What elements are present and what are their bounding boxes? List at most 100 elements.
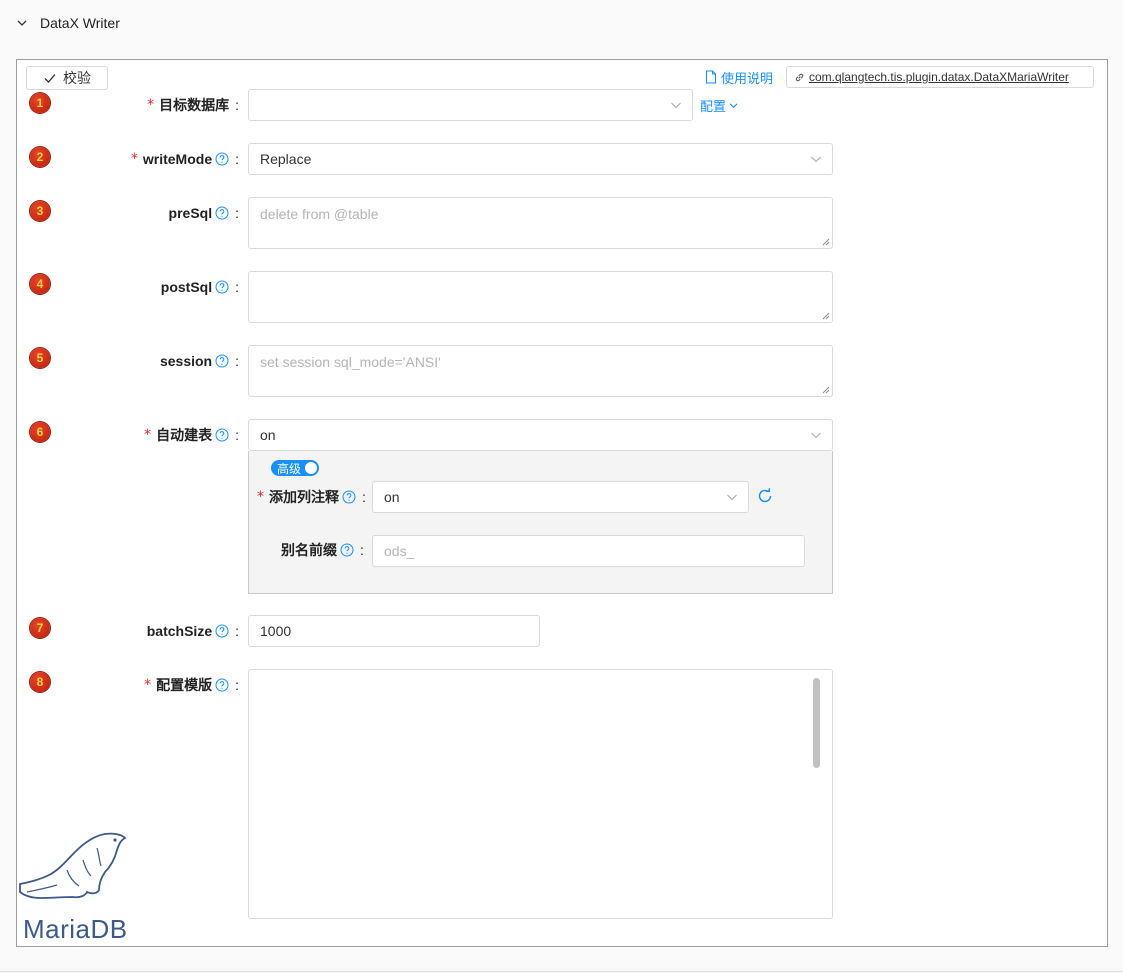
doc-link[interactable]: 使用说明	[705, 67, 773, 87]
doc-link-label: 使用说明	[721, 70, 774, 86]
label-colon: :	[235, 279, 239, 295]
batch-size-input[interactable]: 1000	[248, 615, 540, 647]
target-db-select[interactable]	[248, 89, 693, 121]
pre-sql-placeholder: delete from @table	[260, 206, 379, 222]
field-badge-2: 2	[30, 147, 50, 167]
help-icon[interactable]	[215, 678, 229, 692]
section-header[interactable]: DataX Writer	[0, 0, 1123, 46]
chevron-down-icon	[811, 156, 821, 163]
help-icon[interactable]	[340, 543, 354, 557]
mariadb-logo-text: MariaDB	[23, 914, 128, 944]
config-link-label: 配置	[700, 99, 727, 114]
chevron-down-icon	[671, 102, 681, 109]
batch-size-label-text: batchSize	[146, 623, 213, 639]
check-icon	[44, 74, 56, 83]
document-icon	[705, 70, 717, 84]
resize-grip-icon[interactable]	[822, 238, 830, 246]
verify-label: 校验	[63, 70, 91, 86]
required-mark: *	[147, 97, 155, 113]
add-comment-label-text: 添加列注释	[269, 489, 339, 505]
label-colon: :	[362, 489, 366, 505]
chevron-down-icon	[729, 103, 738, 109]
help-icon[interactable]	[215, 354, 229, 368]
alias-prefix-input[interactable]: ods_	[372, 535, 805, 567]
pre-sql-label: preSql :	[169, 203, 239, 223]
chevron-down-icon	[811, 432, 821, 439]
target-db-label: * 目标数据库 :	[147, 95, 239, 115]
alias-prefix-label-text: 别名前缀	[281, 542, 337, 558]
target-db-label-text: 目标数据库	[159, 97, 230, 113]
plugin-class-text: com.qlangtech.tis.plugin.datax.DataXMari…	[809, 70, 1069, 84]
post-sql-textarea[interactable]	[248, 271, 833, 323]
write-mode-label: * writeMode :	[131, 149, 239, 169]
session-label: session :	[160, 351, 239, 371]
auto-create-select[interactable]: on	[248, 419, 833, 451]
section-title: DataX Writer	[40, 15, 120, 31]
resize-grip-icon[interactable]	[822, 312, 830, 320]
required-mark: *	[144, 677, 152, 693]
session-placeholder: set session sql_mode='ANSI'	[260, 354, 441, 370]
help-icon[interactable]	[215, 428, 229, 442]
required-mark: *	[257, 489, 264, 505]
label-colon: :	[235, 677, 239, 693]
batch-size-value: 1000	[260, 623, 292, 639]
chevron-down-icon	[727, 494, 737, 501]
batch-size-label: batchSize :	[147, 621, 239, 641]
label-colon: :	[235, 97, 239, 113]
alias-prefix-label: 别名前缀 :	[281, 540, 364, 560]
field-badge-3: 3	[30, 201, 50, 221]
resize-grip-icon[interactable]	[822, 386, 830, 394]
field-badge-7: 7	[30, 618, 50, 638]
plugin-class-link[interactable]: com.qlangtech.tis.plugin.datax.DataXMari…	[786, 66, 1094, 88]
pre-sql-label-text: preSql	[168, 205, 213, 221]
refresh-icon[interactable]	[756, 487, 774, 505]
field-badge-8: 8	[30, 672, 50, 692]
auto-create-label-text: 自动建表	[156, 427, 213, 443]
write-mode-value: Replace	[260, 151, 312, 167]
auto-create-label: * 自动建表 :	[144, 425, 239, 445]
label-colon: :	[360, 542, 364, 558]
label-colon: :	[235, 623, 239, 639]
label-colon: :	[235, 205, 239, 221]
template-scrollbar[interactable]	[813, 678, 820, 768]
help-icon[interactable]	[215, 624, 229, 638]
template-label: * 配置模版 :	[144, 675, 239, 695]
advanced-toggle[interactable]: 高级	[271, 460, 319, 476]
field-badge-6: 6	[30, 422, 50, 442]
help-icon[interactable]	[342, 490, 356, 504]
label-colon: :	[235, 427, 239, 443]
help-icon[interactable]	[215, 280, 229, 294]
help-icon[interactable]	[215, 206, 229, 220]
session-textarea[interactable]: set session sql_mode='ANSI'	[248, 345, 833, 397]
pre-sql-textarea[interactable]: delete from @table	[248, 197, 833, 249]
write-mode-label-text: writeMode	[142, 151, 213, 167]
template-editor[interactable]	[248, 669, 833, 919]
advanced-toggle-label: 高级	[277, 461, 302, 476]
post-sql-label: postSql :	[161, 277, 239, 297]
toggle-knob	[305, 462, 317, 474]
post-sql-label-text: postSql	[160, 279, 213, 295]
help-icon[interactable]	[215, 152, 229, 166]
field-badge-1: 1	[30, 93, 50, 113]
add-comment-label: * 添加列注释 :	[257, 487, 366, 507]
advanced-options-box: 高级 * 添加列注释 : on 别名前缀 : ods_	[248, 451, 833, 594]
label-colon: :	[235, 151, 239, 167]
required-mark: *	[144, 427, 152, 443]
add-comment-select[interactable]: on	[372, 481, 749, 513]
required-mark: *	[130, 151, 138, 167]
field-badge-4: 4	[30, 274, 50, 294]
auto-create-value: on	[260, 427, 276, 443]
bottom-divider	[0, 971, 1123, 972]
verify-button[interactable]: 校验	[26, 66, 108, 90]
label-colon: :	[235, 353, 239, 369]
writer-panel: 校验 使用说明 com.qlangtech.tis.plugin.datax.D…	[16, 59, 1108, 947]
add-comment-value: on	[384, 489, 400, 505]
link-icon	[795, 73, 804, 81]
write-mode-select[interactable]: Replace	[248, 143, 833, 175]
field-badge-5: 5	[30, 348, 50, 368]
alias-prefix-placeholder: ods_	[384, 543, 415, 559]
chevron-down-icon	[17, 20, 27, 26]
session-label-text: session	[159, 353, 213, 369]
config-dropdown-link[interactable]: 配置	[700, 96, 738, 115]
template-label-text: 配置模版	[156, 677, 213, 693]
